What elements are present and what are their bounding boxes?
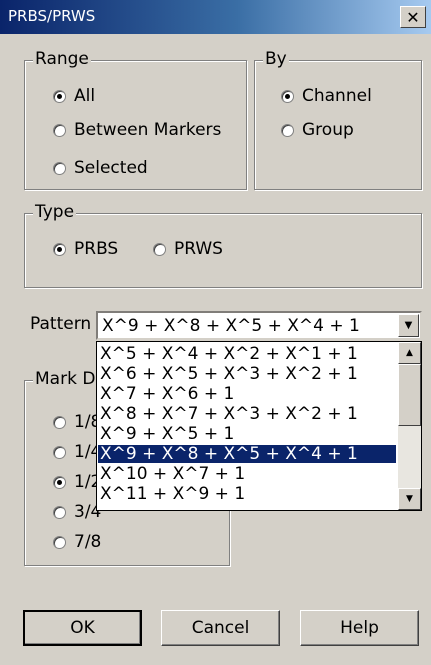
mark-7-8-radio[interactable]: 7/8 xyxy=(53,532,101,552)
mark-1-4-radio[interactable]: 1/4 xyxy=(53,442,101,462)
by-channel-radio[interactable]: Channel xyxy=(281,86,372,106)
type-prbs-radio[interactable]: PRBS xyxy=(53,239,118,259)
radio-icon xyxy=(281,123,294,137)
mark-3-4-radio[interactable]: 3/4 xyxy=(53,502,101,522)
title-bar[interactable]: PRBS/PRWS ✕ xyxy=(0,0,431,34)
close-icon: ✕ xyxy=(406,7,420,27)
pattern-option[interactable]: X^7 + X^6 + 1 xyxy=(98,385,396,403)
pattern-label: Pattern xyxy=(30,314,92,334)
range-legend: Range xyxy=(33,49,91,69)
radio-icon xyxy=(53,535,66,549)
cancel-button[interactable]: Cancel xyxy=(161,610,280,646)
by-channel-label: Channel xyxy=(302,86,372,106)
type-prws-radio[interactable]: PRWS xyxy=(153,239,223,259)
close-button[interactable]: ✕ xyxy=(400,6,426,28)
scrollbar-thumb[interactable] xyxy=(398,364,421,426)
prbs-prws-dialog: PRBS/PRWS ✕ Range All Between Markers Se… xyxy=(0,0,431,665)
radio-icon xyxy=(53,445,66,459)
range-group: Range All Between Markers Selected xyxy=(24,49,247,190)
pattern-option[interactable]: X^10 + X^7 + 1 xyxy=(98,465,396,483)
dropdown-scrollbar[interactable]: ▲ ▼ xyxy=(398,342,421,510)
ok-button[interactable]: OK xyxy=(23,610,142,646)
mark-1-8-radio[interactable]: 1/8 xyxy=(53,412,101,432)
chevron-up-icon: ▲ xyxy=(406,348,413,358)
pattern-option-selected[interactable]: X^9 + X^8 + X^5 + X^4 + 1 xyxy=(98,445,396,463)
pattern-option[interactable]: X^6 + X^5 + X^3 + X^2 + 1 xyxy=(98,365,396,383)
range-selected-label: Selected xyxy=(74,158,148,178)
pattern-option[interactable]: X^9 + X^5 + 1 xyxy=(98,425,396,443)
pattern-combobox[interactable]: X^9 + X^8 + X^5 + X^4 + 1 ▼ xyxy=(96,311,422,340)
radio-icon xyxy=(53,475,66,489)
range-all-radio[interactable]: All xyxy=(53,86,95,106)
by-legend: By xyxy=(263,49,289,69)
by-group-label: Group xyxy=(302,120,354,140)
scroll-down-button[interactable]: ▼ xyxy=(398,488,421,510)
mark-1-2-radio[interactable]: 1/2 xyxy=(53,472,101,492)
pattern-option[interactable]: X^11 + X^9 + 1 xyxy=(98,485,396,503)
radio-icon xyxy=(53,161,66,175)
type-group: Type PRBS PRWS xyxy=(24,202,422,288)
type-prbs-label: PRBS xyxy=(74,239,119,259)
scroll-up-button[interactable]: ▲ xyxy=(398,342,421,364)
radio-icon xyxy=(153,242,166,256)
pattern-dropdown-list[interactable]: X^5 + X^4 + X^2 + X^1 + 1 X^6 + X^5 + X^… xyxy=(96,341,422,511)
by-group: By Channel Group xyxy=(254,49,422,190)
type-prws-label: PRWS xyxy=(174,239,223,259)
chevron-down-icon: ▼ xyxy=(406,494,413,504)
radio-icon xyxy=(53,415,66,429)
pattern-dropdown-button[interactable]: ▼ xyxy=(398,314,419,337)
radio-icon xyxy=(53,505,66,519)
range-all-label: All xyxy=(74,86,96,106)
pattern-value: X^9 + X^8 + X^5 + X^4 + 1 xyxy=(102,316,360,336)
chevron-down-icon: ▼ xyxy=(404,320,413,331)
range-between-markers-label: Between Markers xyxy=(74,120,222,140)
range-between-markers-radio[interactable]: Between Markers xyxy=(53,120,221,140)
type-legend: Type xyxy=(33,202,77,222)
radio-icon xyxy=(281,89,294,103)
window-title: PRBS/PRWS xyxy=(8,7,96,25)
radio-icon xyxy=(53,89,66,103)
help-button[interactable]: Help xyxy=(300,610,419,646)
range-selected-radio[interactable]: Selected xyxy=(53,158,148,178)
radio-icon xyxy=(53,242,66,256)
by-group-radio[interactable]: Group xyxy=(281,120,354,140)
mark-7-8-label: 7/8 xyxy=(74,532,102,552)
radio-icon xyxy=(53,123,66,137)
pattern-option[interactable]: X^5 + X^4 + X^2 + X^1 + 1 xyxy=(98,345,396,363)
pattern-option[interactable]: X^8 + X^7 + X^3 + X^2 + 1 xyxy=(98,405,396,423)
